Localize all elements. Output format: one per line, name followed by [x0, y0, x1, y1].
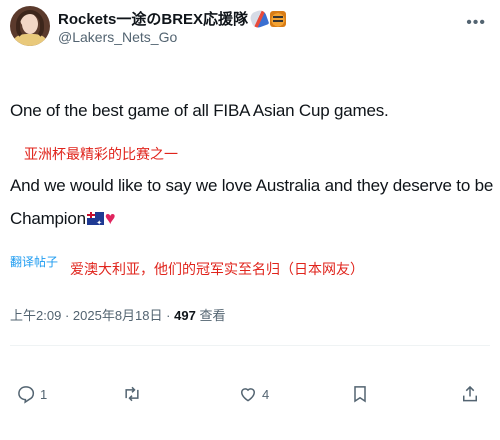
rocket-icon	[248, 8, 270, 29]
australia-flag-icon	[86, 212, 104, 227]
avatar[interactable]	[10, 6, 50, 46]
like-count: 4	[262, 386, 270, 402]
chinese-annotation-2: 爱澳大利亚，他们的冠军实至名归（日本网友）	[70, 261, 364, 277]
red-heart-icon: ♥	[104, 208, 116, 228]
action-bar: 1 4	[0, 384, 500, 412]
post-date[interactable]: 2025年8月18日	[73, 308, 163, 323]
display-name[interactable]: Rockets一途のBREX応援隊	[58, 8, 287, 29]
post-time[interactable]: 上午2:09	[10, 308, 61, 323]
user-handle[interactable]: @Lakers_Nets_Go	[58, 29, 177, 45]
like-button[interactable]: 4	[238, 384, 269, 404]
divider	[10, 345, 490, 346]
post-text-line-1: One of the best game of all FIBA Asian C…	[10, 101, 389, 120]
display-name-text: Rockets一途のBREX応援隊	[58, 11, 249, 28]
views-count: 497	[174, 308, 196, 323]
meta-separator: ·	[64, 308, 70, 323]
post-text-line-2: And we would like to say we love Austral…	[10, 176, 494, 195]
meta-separator: ·	[166, 308, 171, 323]
post-text-champion: Champion	[10, 209, 86, 228]
post-text-line-3: Champion ♥	[10, 208, 116, 229]
reply-button[interactable]: 1	[16, 384, 47, 404]
avatar-hair	[16, 10, 44, 40]
heart-icon	[240, 388, 256, 402]
reply-count: 1	[40, 386, 48, 402]
chinese-annotation-1: 亚洲杯最精彩的比赛之一	[24, 146, 178, 162]
tiger-icon	[270, 10, 287, 27]
bookmark-button[interactable]	[350, 384, 370, 404]
translate-post-link[interactable]: 翻译帖子	[10, 253, 58, 270]
share-icon	[463, 385, 477, 402]
views-label: 查看	[199, 308, 226, 323]
post-meta: 上午2:09 · 2025年8月18日 · 497 查看	[10, 305, 225, 324]
more-options-icon[interactable]: •••	[466, 14, 486, 32]
share-button[interactable]	[460, 384, 480, 404]
repost-icon	[125, 386, 139, 402]
repost-button[interactable]	[122, 384, 142, 404]
bookmark-icon	[354, 386, 366, 403]
reply-icon	[18, 386, 35, 404]
